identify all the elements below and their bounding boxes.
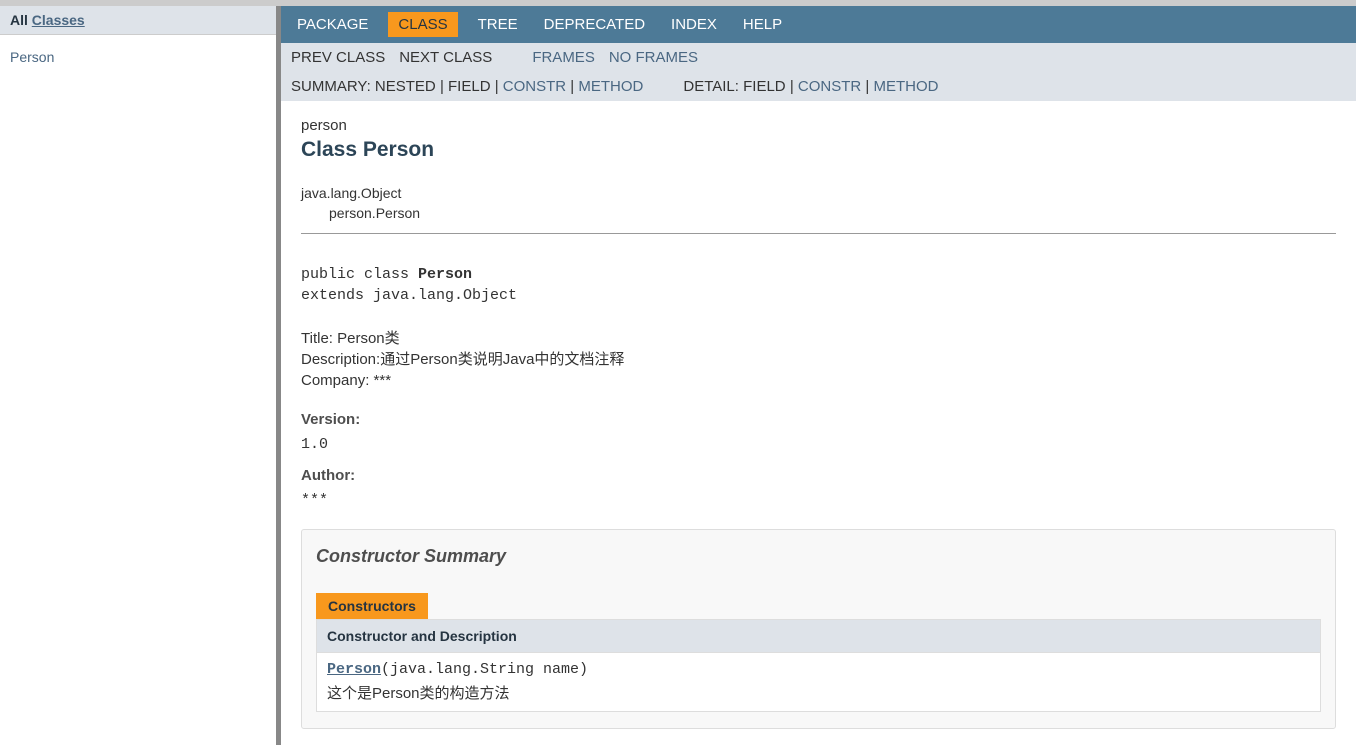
classes-link[interactable]: Classes	[32, 12, 85, 28]
version-section: Version: 1.0	[301, 411, 1336, 453]
doc-description: Title: Person类 Description:通过Person类说明Ja…	[301, 328, 1336, 391]
detail-group: DETAIL: FIELD | CONSTR | METHOD	[683, 78, 938, 95]
decl-line1: public class Person	[301, 264, 1336, 285]
detail-method[interactable]: METHOD	[873, 78, 938, 95]
summary-label: SUMMARY:	[291, 78, 371, 95]
constructors-tab: Constructors	[316, 593, 428, 619]
nav-help[interactable]: HELP	[737, 12, 788, 37]
author-label: Author:	[301, 467, 1336, 484]
constructor-params: (java.lang.String name)	[381, 661, 588, 678]
detail-constr[interactable]: CONSTR	[798, 78, 861, 95]
frames-link[interactable]: FRAMES	[532, 49, 595, 66]
class-list: Person	[0, 35, 276, 79]
package-name: person	[301, 117, 1336, 134]
constructor-summary-title: Constructor Summary	[316, 546, 1321, 567]
nav-deprecated[interactable]: DEPRECATED	[538, 12, 651, 37]
constructor-cell: Person(java.lang.String name) 这个是Person类…	[317, 653, 1321, 712]
summary-nested: NESTED	[375, 78, 436, 95]
detail-label: DETAIL:	[683, 78, 739, 95]
version-value: 1.0	[301, 436, 1336, 453]
author-value: ***	[301, 492, 1336, 509]
constructor-table: Constructor and Description Person(java.…	[316, 619, 1321, 712]
doc-company-line: Company: ***	[301, 370, 1336, 391]
nav-tree[interactable]: TREE	[472, 12, 524, 37]
left-panel-header: All Classes	[0, 6, 276, 35]
inheritance-parent: java.lang.Object	[301, 184, 1336, 204]
top-nav: PACKAGE CLASS TREE DEPRECATED INDEX HELP	[281, 6, 1356, 43]
nav-class-selected: CLASS	[388, 12, 457, 37]
no-frames-link[interactable]: NO FRAMES	[609, 49, 698, 66]
divider	[301, 233, 1336, 234]
doc-desc-line: Description:通过Person类说明Java中的文档注释	[301, 349, 1336, 370]
prev-class: PREV CLASS	[291, 49, 385, 66]
summary-constr[interactable]: CONSTR	[503, 78, 566, 95]
summary-method[interactable]: METHOD	[578, 78, 643, 95]
table-row: Person(java.lang.String name) 这个是Person类…	[317, 653, 1321, 712]
constructor-signature: Person(java.lang.String name)	[327, 661, 1310, 678]
decl-line2: extends java.lang.Object	[301, 285, 1336, 306]
next-class: NEXT CLASS	[399, 49, 492, 66]
nav-package[interactable]: PACKAGE	[291, 12, 374, 37]
author-section: Author: ***	[301, 467, 1336, 509]
class-declaration: public class Person extends java.lang.Ob…	[301, 264, 1336, 306]
summary-group: SUMMARY: NESTED | FIELD | CONSTR | METHO…	[291, 78, 643, 95]
frames-nav: FRAMES NO FRAMES	[532, 49, 698, 66]
constructor-description: 这个是Person类的构造方法	[327, 682, 1310, 703]
summary-field: FIELD	[448, 78, 491, 95]
constructor-table-header: Constructor and Description	[317, 620, 1321, 653]
inheritance-child: person.Person	[329, 204, 1336, 224]
class-list-item[interactable]: Person	[10, 49, 54, 65]
constructor-name-link[interactable]: Person	[327, 661, 381, 678]
right-panel: PACKAGE CLASS TREE DEPRECATED INDEX HELP…	[277, 6, 1356, 745]
sub-nav: PREV CLASS NEXT CLASS FRAMES NO FRAMES	[281, 43, 1356, 72]
doc-title-line: Title: Person类	[301, 328, 1336, 349]
detail-field: FIELD	[743, 78, 786, 95]
summary-nav: SUMMARY: NESTED | FIELD | CONSTR | METHO…	[281, 72, 1356, 101]
inheritance-tree: java.lang.Object person.Person	[301, 184, 1336, 223]
nav-index[interactable]: INDEX	[665, 12, 723, 37]
class-title: Class Person	[301, 138, 1336, 162]
all-label: All	[10, 12, 32, 28]
main-container: All Classes Person PACKAGE CLASS TREE DE…	[0, 6, 1356, 745]
constructor-summary: Constructor Summary Constructors Constru…	[301, 529, 1336, 729]
content: person Class Person java.lang.Object per…	[281, 101, 1356, 745]
version-label: Version:	[301, 411, 1336, 428]
left-panel: All Classes Person	[0, 6, 277, 745]
